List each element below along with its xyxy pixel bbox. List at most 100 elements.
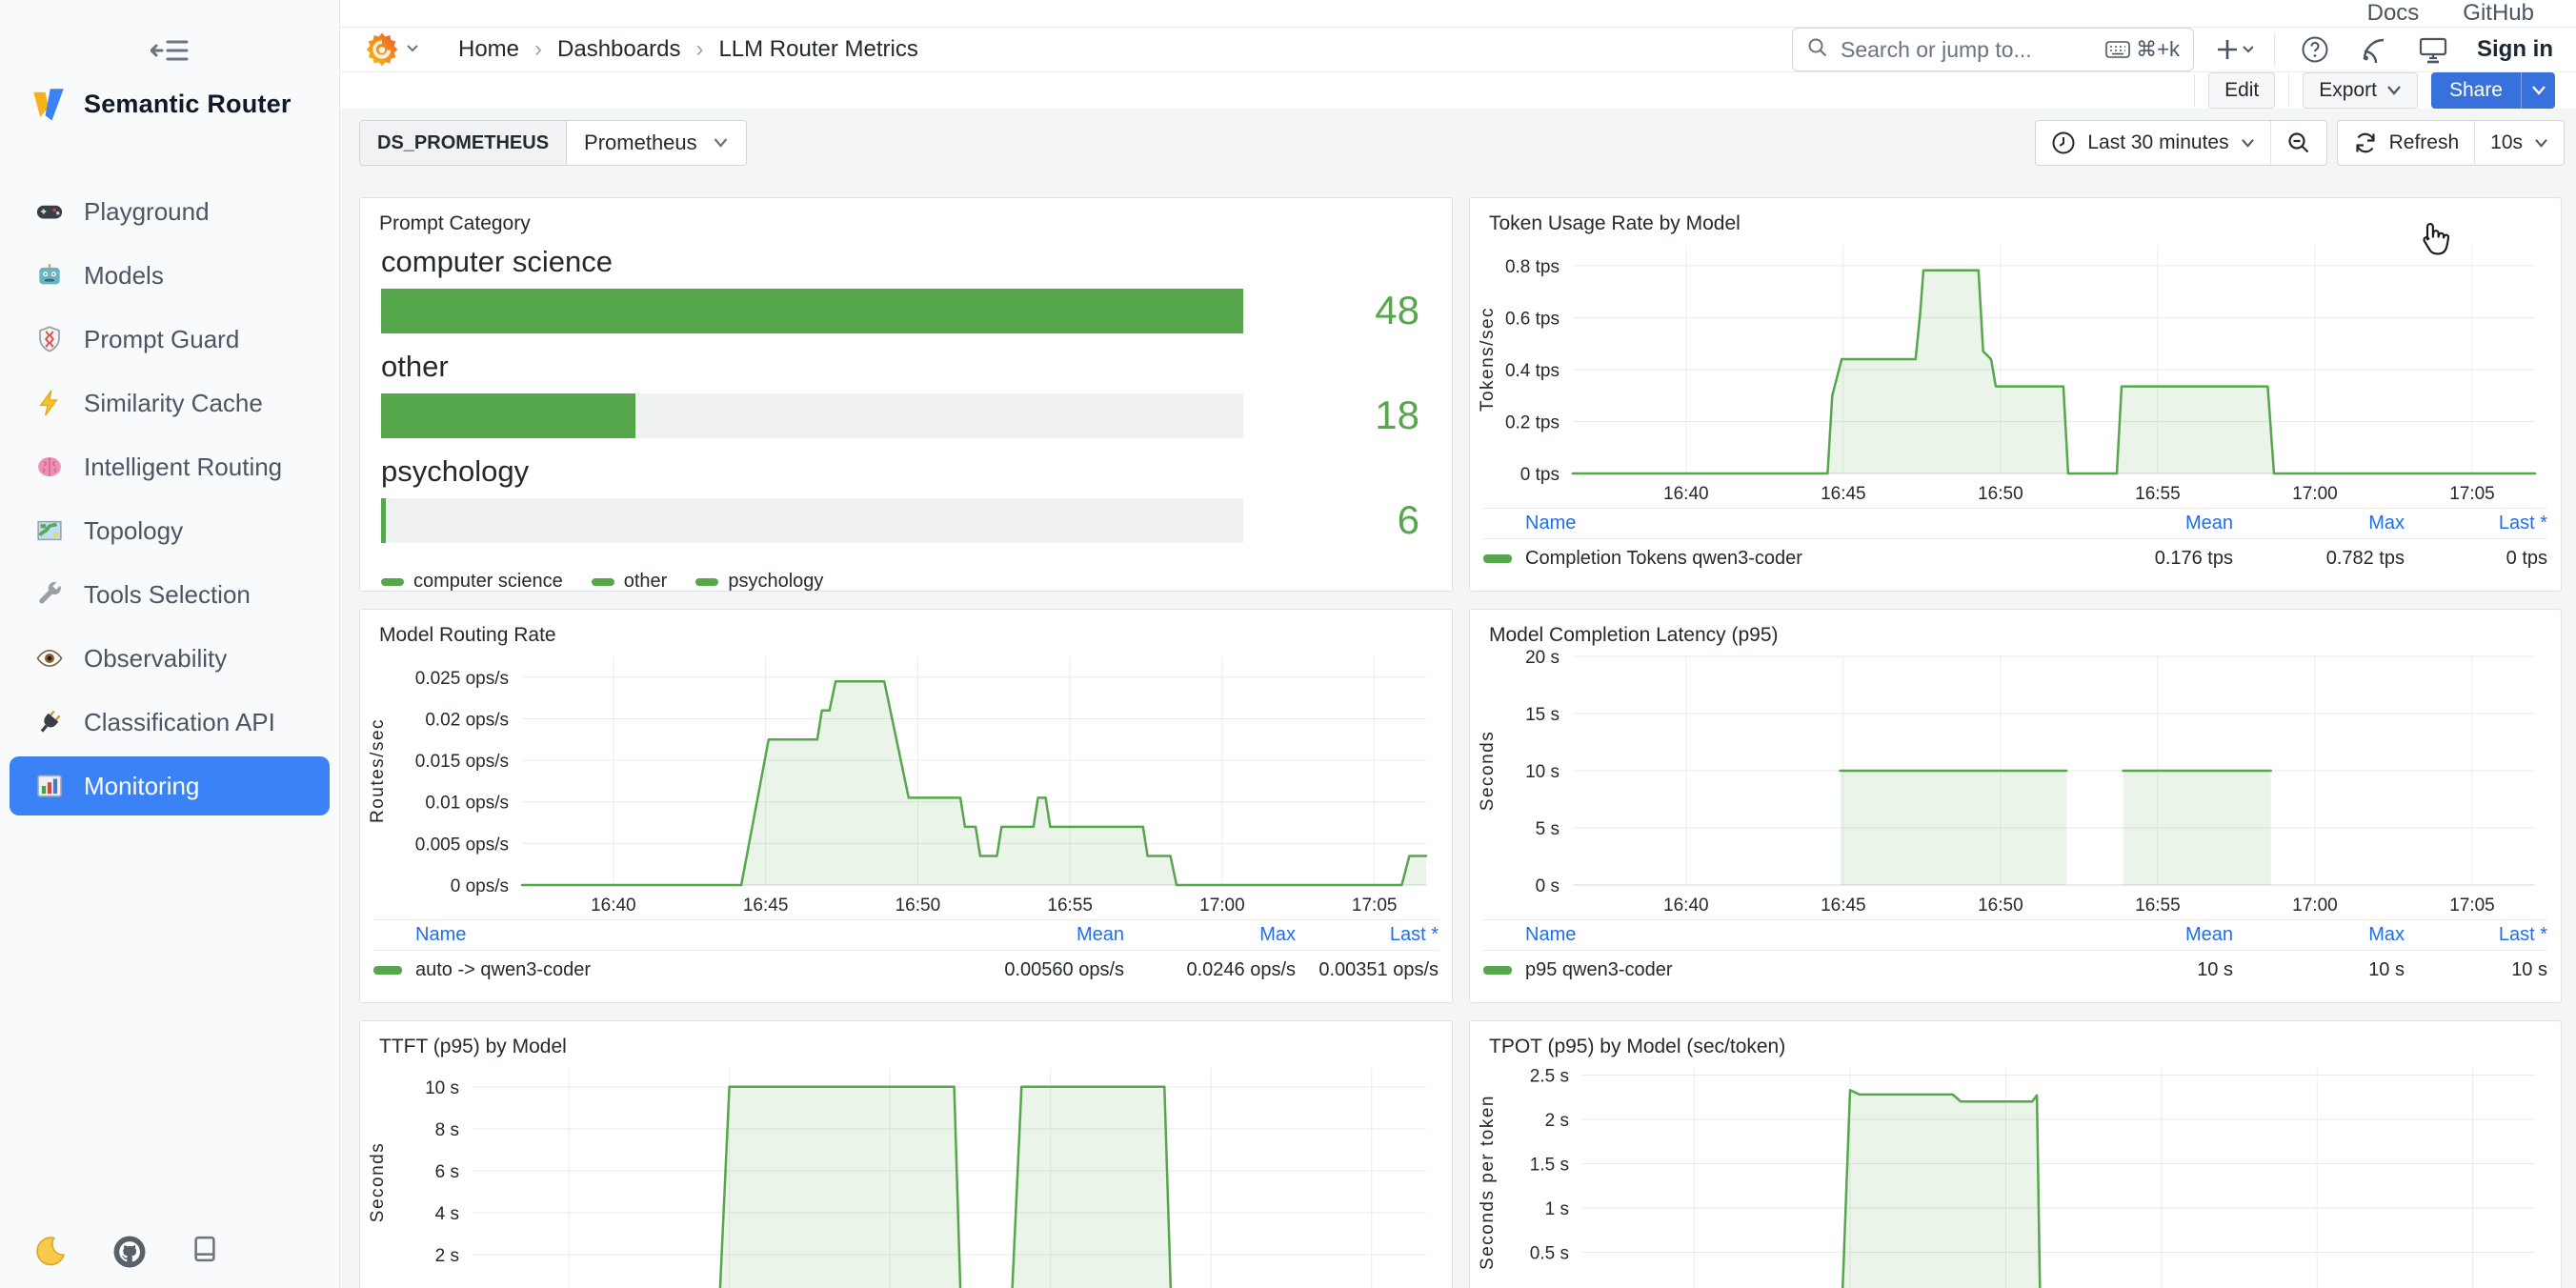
panel-title[interactable]: TTFT (p95) by Model — [360, 1021, 1452, 1058]
sidebar-item-monitoring[interactable]: Monitoring — [10, 756, 330, 815]
tpot-chart[interactable]: 16:4016:4516:5016:5517:0017:050 s0.5 s1 … — [1470, 1059, 2561, 1288]
legend-header-max[interactable]: Max — [2233, 924, 2405, 946]
keyboard-icon — [2105, 40, 2130, 59]
svg-text:15 s: 15 s — [1525, 705, 1560, 725]
legend-item[interactable]: psychology — [695, 571, 823, 592]
bar-row: psychology6 — [381, 454, 1431, 543]
search-input[interactable]: Search or jump to... ⌘+k — [1792, 28, 2194, 71]
legend-header-mean[interactable]: Mean — [2062, 924, 2233, 946]
legend-header-max[interactable]: Max — [1124, 924, 1296, 946]
legend-row[interactable]: p95 qwen3-coder10 s10 s10 s — [1483, 951, 2547, 989]
sidebar-item-tools-selection[interactable]: Tools Selection — [10, 565, 330, 624]
token-usage-chart[interactable]: 16:4016:4516:5016:5517:0017:050 tps0.2 t… — [1470, 236, 2561, 508]
svg-text:Seconds per token: Seconds per token — [1478, 1095, 1498, 1270]
bar-category-label: psychology — [381, 454, 1431, 489]
sidebar-item-classification-api[interactable]: Classification API — [10, 693, 330, 752]
gamepad-icon — [34, 196, 65, 227]
legend-value-last: 10 s — [2405, 959, 2547, 981]
breadcrumb-dashboards[interactable]: Dashboards — [557, 36, 680, 63]
breadcrumb-llm-router-metrics[interactable]: LLM Router Metrics — [718, 36, 917, 63]
bar-track — [381, 498, 1243, 543]
legend-label: other — [624, 571, 668, 592]
panel-title[interactable]: Token Usage Rate by Model — [1470, 198, 2561, 235]
legend-header-mean[interactable]: Mean — [953, 924, 1124, 946]
legend-item[interactable]: other — [592, 571, 668, 592]
legend-header-last[interactable]: Last * — [2405, 513, 2547, 534]
share-menu-caret[interactable] — [2521, 72, 2555, 109]
svg-text:Tokens/sec: Tokens/sec — [1478, 307, 1498, 412]
sidebar-item-similarity-cache[interactable]: Similarity Cache — [10, 373, 330, 433]
legend-value-last: 0.00351 ops/s — [1296, 959, 1439, 981]
book-icon[interactable] — [191, 1235, 227, 1271]
sidebar-item-intelligent-routing[interactable]: Intelligent Routing — [10, 437, 330, 496]
bar-track — [381, 393, 1243, 438]
svg-text:0.01 ops/s: 0.01 ops/s — [425, 794, 509, 814]
sidebar-item-playground[interactable]: Playground — [10, 182, 330, 241]
legend-series-dash-icon — [373, 966, 402, 975]
grafana-logo-icon[interactable] — [363, 30, 401, 69]
docs-link[interactable]: Docs — [2367, 0, 2420, 27]
sidebar-collapse-icon[interactable] — [151, 34, 192, 67]
refresh-button[interactable]: Refresh — [2338, 121, 2475, 165]
zoom-out-button[interactable] — [2270, 121, 2326, 165]
bar-track — [381, 289, 1243, 333]
sign-in-button[interactable]: Sign in — [2477, 36, 2553, 63]
time-range-picker[interactable]: Last 30 minutes — [2036, 121, 2269, 165]
panel-prompt-category: Prompt Category computer science48other1… — [359, 197, 1453, 592]
legend-value-mean: 0.00560 ops/s — [953, 959, 1124, 981]
edit-button[interactable]: Edit — [2208, 72, 2275, 109]
panel-title[interactable]: TPOT (p95) by Model (sec/token) — [1470, 1021, 2561, 1058]
help-icon[interactable] — [2296, 30, 2334, 69]
sidebar: Semantic Router PlaygroundModelsPrompt G… — [0, 0, 340, 1288]
org-switcher-caret-icon[interactable] — [405, 40, 420, 60]
sidebar-item-prompt-guard[interactable]: Prompt Guard — [10, 310, 330, 369]
legend-header-last[interactable]: Last * — [2405, 924, 2547, 946]
breadcrumb-home[interactable]: Home — [458, 36, 519, 63]
legend-value-max: 0.782 tps — [2233, 548, 2405, 570]
svg-text:16:45: 16:45 — [743, 896, 789, 916]
bar-value: 18 — [1243, 392, 1431, 438]
map-icon — [34, 515, 65, 546]
sidebar-item-topology[interactable]: Topology — [10, 501, 330, 560]
legend-header-name[interactable]: Name — [415, 924, 953, 946]
github-icon[interactable] — [112, 1235, 149, 1271]
ttft-chart[interactable]: 16:4016:4516:5016:5517:0017:050 s2 s4 s6… — [360, 1059, 1452, 1288]
panel-title[interactable]: Model Routing Rate — [360, 610, 1452, 647]
svg-text:0.6 tps: 0.6 tps — [1505, 309, 1560, 329]
panel-title[interactable]: Model Completion Latency (p95) — [1470, 610, 2561, 647]
legend-header-last[interactable]: Last * — [1296, 924, 1439, 946]
share-group: Share — [2431, 72, 2555, 109]
moon-icon[interactable] — [34, 1235, 70, 1271]
refresh-group: Refresh 10s — [2337, 120, 2565, 166]
legend-header-name[interactable]: Name — [1525, 513, 2062, 534]
legend-row[interactable]: Completion Tokens qwen3-coder0.176 tps0.… — [1483, 539, 2547, 577]
export-button[interactable]: Export — [2303, 72, 2418, 109]
add-button[interactable] — [2215, 30, 2253, 69]
legend-item[interactable]: computer science — [381, 571, 563, 592]
sidebar-item-observability[interactable]: Observability — [10, 629, 330, 688]
chart-legend: NameMeanMaxLast * Completion Tokens qwen3… — [1483, 508, 2547, 577]
legend-header-mean[interactable]: Mean — [2062, 513, 2233, 534]
bar-gauge-legend: computer science other psychology — [360, 559, 1452, 592]
refresh-interval-select[interactable]: 10s — [2474, 121, 2564, 165]
news-icon[interactable] — [2355, 30, 2393, 69]
legend-header-max[interactable]: Max — [2233, 513, 2405, 534]
latency-chart[interactable]: 16:4016:4516:5016:5517:0017:050 s5 s10 s… — [1470, 648, 2561, 919]
display-icon[interactable] — [2414, 30, 2452, 69]
svg-text:16:50: 16:50 — [1978, 896, 2023, 916]
panel-title[interactable]: Prompt Category — [360, 198, 1452, 235]
datasource-select[interactable]: Prometheus — [566, 120, 747, 166]
sidebar-footer — [34, 1235, 227, 1271]
legend-header: NameMeanMaxLast * — [1483, 920, 2547, 951]
github-link[interactable]: GitHub — [2463, 0, 2534, 27]
share-button[interactable]: Share — [2431, 72, 2521, 109]
legend-header-name[interactable]: Name — [1525, 924, 2062, 946]
clock-icon — [2051, 131, 2076, 155]
top-links-bar: Docs GitHub — [340, 0, 2576, 28]
routing-rate-chart[interactable]: 16:4016:4516:5016:5517:0017:050 ops/s0.0… — [360, 648, 1452, 919]
bar-chart-icon — [34, 771, 65, 801]
sidebar-item-models[interactable]: Models — [10, 246, 330, 305]
time-range-group: Last 30 minutes — [2035, 120, 2326, 166]
legend-row[interactable]: auto -> qwen3-coder0.00560 ops/s0.0246 o… — [373, 951, 1439, 989]
eye-icon — [34, 643, 65, 674]
